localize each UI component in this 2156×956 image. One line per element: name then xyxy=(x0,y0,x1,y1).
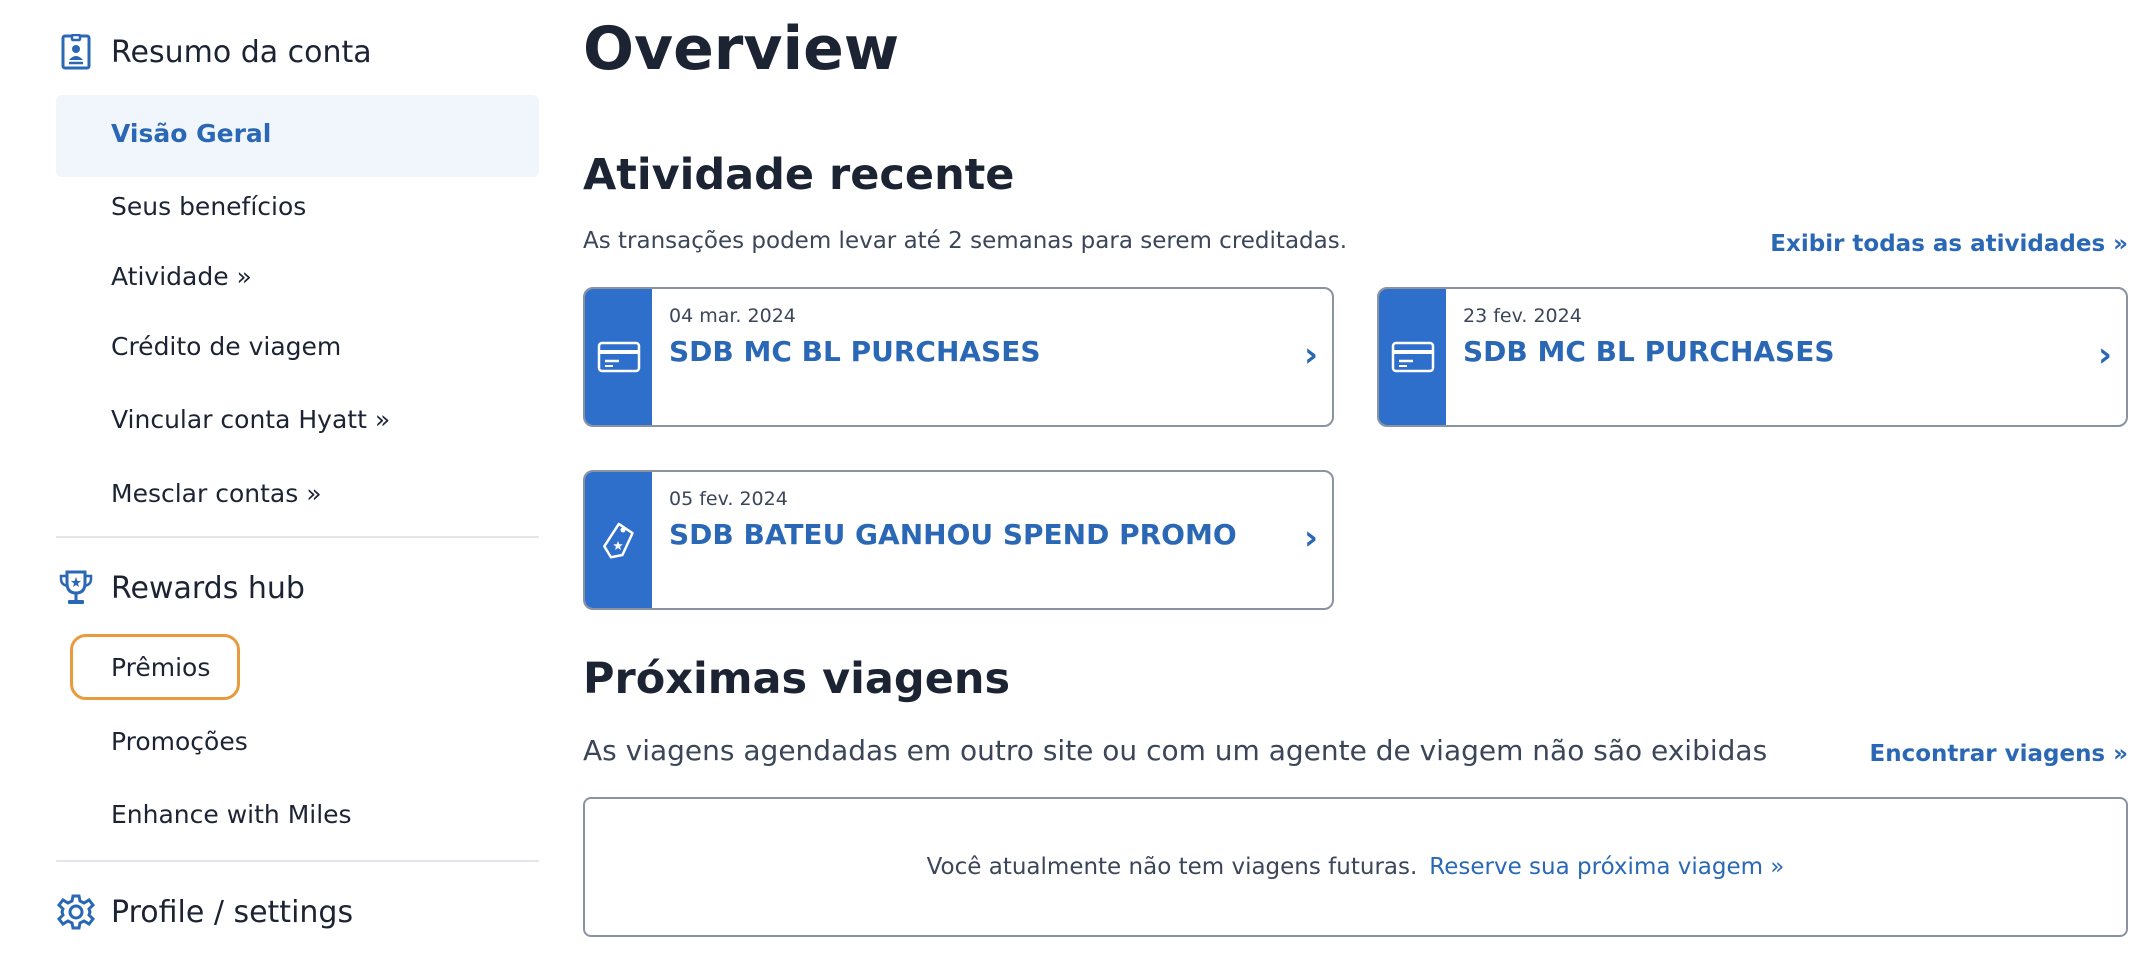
sidebar-item-mesclar-contas[interactable]: Mesclar contas » xyxy=(111,479,322,508)
rewards-hub-header: Rewards hub xyxy=(56,568,305,608)
transaction-date: 23 fev. 2024 xyxy=(1463,305,1582,327)
chevron-right-icon: › xyxy=(2097,335,2112,375)
no-trips-message: Você atualmente não tem viagens futuras. xyxy=(926,854,1418,880)
account-summary-header: Resumo da conta xyxy=(56,32,372,72)
book-next-trip-link[interactable]: Reserve sua próxima viagem » xyxy=(1429,854,1784,880)
sidebar: Resumo da conta Visão Geral Seus benefíc… xyxy=(0,0,560,956)
account-summary-icon xyxy=(56,32,96,72)
transaction-date: 04 mar. 2024 xyxy=(669,305,796,327)
upcoming-trips-heading: Próximas viagens xyxy=(583,654,1011,704)
page-title: Overview xyxy=(583,14,900,84)
transaction-merchant: SDB MC BL PURCHASES xyxy=(1463,335,1835,368)
recent-activity-heading: Atividade recente xyxy=(583,150,1015,200)
sidebar-item-atividade[interactable]: Atividade » xyxy=(111,262,252,291)
credit-card-icon xyxy=(585,289,652,425)
upcoming-trips-note: As viagens agendadas em outro site ou co… xyxy=(583,734,1768,767)
transaction-merchant: SDB MC BL PURCHASES xyxy=(669,335,1041,368)
sidebar-item-vincular-hyatt[interactable]: Vincular conta Hyatt » xyxy=(111,405,390,434)
transaction-merchant: SDB BATEU GANHOU SPEND PROMO xyxy=(669,518,1237,551)
sidebar-item-credito-viagem[interactable]: Crédito de viagem xyxy=(111,332,341,361)
gear-icon xyxy=(56,892,96,932)
sidebar-item-enhance-miles[interactable]: Enhance with Miles xyxy=(111,800,352,829)
profile-settings-header[interactable]: Profile / settings xyxy=(56,892,353,932)
chevron-right-icon: › xyxy=(1303,335,1318,375)
sidebar-item-premios[interactable]: Prêmios xyxy=(111,653,210,682)
sidebar-divider xyxy=(56,536,539,538)
tag-icon xyxy=(585,472,652,608)
transaction-card[interactable]: 04 mar. 2024 SDB MC BL PURCHASES › xyxy=(583,287,1334,427)
view-all-activity-link[interactable]: Exibir todas as atividades » xyxy=(1770,231,2128,257)
rewards-hub-title: Rewards hub xyxy=(111,570,305,606)
credit-card-icon xyxy=(1379,289,1446,425)
upcoming-trips-empty-box: Você atualmente não tem viagens futuras.… xyxy=(583,797,2128,937)
transaction-card[interactable]: 23 fev. 2024 SDB MC BL PURCHASES › xyxy=(1377,287,2128,427)
account-summary-title: Resumo da conta xyxy=(111,34,372,70)
find-trips-link[interactable]: Encontrar viagens » xyxy=(1870,741,2129,767)
chevron-right-icon: › xyxy=(1303,518,1318,558)
profile-settings-title: Profile / settings xyxy=(111,894,354,930)
recent-activity-note: As transações podem levar até 2 semanas … xyxy=(583,228,1348,254)
sidebar-item-promocoes[interactable]: Promoções xyxy=(111,727,248,756)
transaction-date: 05 fev. 2024 xyxy=(669,488,788,510)
sidebar-divider xyxy=(56,860,539,862)
transaction-card[interactable]: 05 fev. 2024 SDB BATEU GANHOU SPEND PROM… xyxy=(583,470,1334,610)
sidebar-item-visao-geral[interactable]: Visão Geral xyxy=(111,119,271,148)
sidebar-item-beneficios[interactable]: Seus benefícios xyxy=(111,192,306,221)
trophy-icon xyxy=(56,568,96,608)
